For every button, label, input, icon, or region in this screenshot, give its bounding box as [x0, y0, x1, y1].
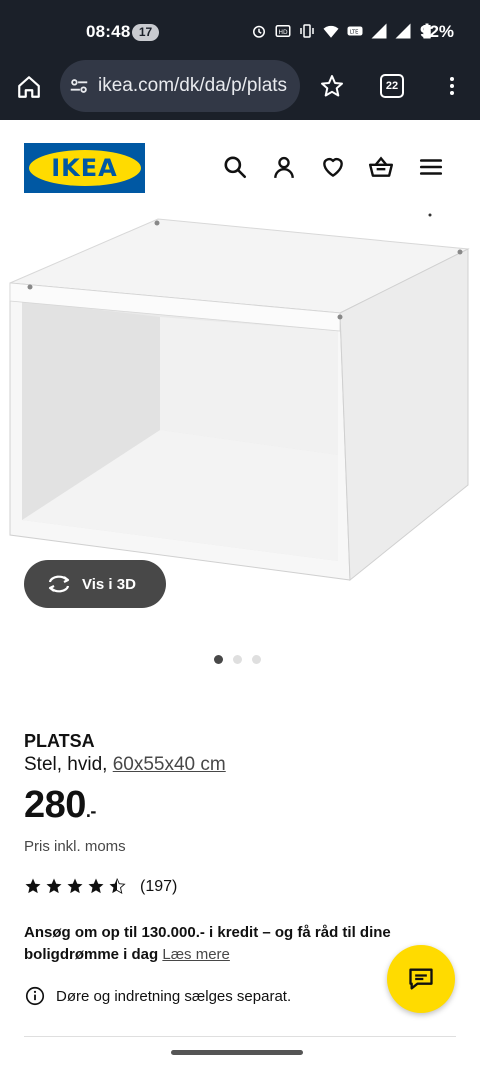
view-3d-button[interactable]: Vis i 3D	[24, 560, 166, 608]
star-half-icon	[109, 878, 126, 895]
read-more-link[interactable]: Læs mere	[162, 946, 230, 963]
section-divider	[24, 1036, 456, 1037]
star-filled-icon	[88, 878, 104, 894]
status-bar: 08:48 17 HD LTE 92%	[0, 0, 480, 52]
rating-stars[interactable]	[24, 877, 126, 895]
site-settings-icon[interactable]	[68, 75, 90, 97]
product-type: Stel, hvid,	[24, 754, 108, 775]
logo-oval: IKEA	[28, 150, 141, 186]
product-dimensions-link[interactable]: 60x55x40 cm	[113, 754, 226, 775]
rating-count[interactable]: (197)	[140, 878, 177, 896]
home-icon[interactable]	[16, 74, 42, 100]
ikea-logo[interactable]: IKEA	[24, 143, 145, 193]
profile-icon[interactable]	[271, 154, 297, 180]
signal-icon	[395, 23, 411, 39]
url-text[interactable]: ikea.com/dk/da/p/plats	[98, 75, 287, 97]
star-filled-icon	[46, 878, 62, 894]
info-note: Døre og indretning sælges separat.	[24, 985, 291, 1007]
svg-text:LTE: LTE	[350, 29, 359, 35]
battery-percent: 92%	[420, 22, 455, 41]
view-3d-label: Vis i 3D	[82, 575, 136, 593]
gesture-bar	[171, 1050, 303, 1055]
notification-count-badge: 17	[132, 24, 159, 41]
more-vert-icon[interactable]	[440, 74, 464, 98]
star-icon[interactable]	[320, 74, 344, 98]
status-time: 08:48	[86, 22, 131, 41]
basket-icon[interactable]	[368, 154, 394, 180]
vibrate-icon	[300, 24, 314, 38]
gallery-dot[interactable]	[252, 655, 261, 664]
chat-button[interactable]	[387, 945, 455, 1013]
heart-icon[interactable]	[320, 154, 346, 180]
price-main: 280	[24, 784, 86, 826]
logo-text: IKEA	[51, 154, 118, 182]
gallery-dot[interactable]	[214, 655, 223, 664]
browser-toolbar: ikea.com/dk/da/p/plats 22	[0, 52, 480, 120]
address-bar[interactable]: ikea.com/dk/da/p/plats	[60, 60, 300, 112]
product-description: Stel, hvid, 60x55x40 cm	[24, 754, 226, 776]
hd-icon: HD	[275, 25, 291, 37]
rotate-3d-icon	[48, 575, 70, 593]
svg-text:HD: HD	[279, 29, 289, 36]
credit-banner: Ansøg om op til 130.000.- i kredit – og …	[24, 922, 424, 966]
volte-icon: LTE	[347, 26, 363, 36]
price-suffix: .-	[85, 801, 97, 821]
status-icons: HD LTE	[250, 22, 436, 40]
product-price: 280.-	[24, 784, 96, 827]
product-name: PLATSA	[24, 731, 95, 751]
search-icon[interactable]	[222, 154, 248, 180]
vat-note: Pris inkl. moms	[24, 838, 126, 855]
star-filled-icon	[67, 878, 83, 894]
signal-icon	[371, 23, 387, 39]
star-filled-icon	[25, 878, 41, 894]
chat-icon	[409, 968, 433, 990]
tabs-button[interactable]: 22	[380, 74, 404, 98]
info-text: Døre og indretning sælges separat.	[56, 987, 292, 1005]
gallery-dots[interactable]	[214, 655, 261, 664]
gallery-dot[interactable]	[233, 655, 242, 664]
alarm-icon	[253, 25, 265, 38]
menu-icon[interactable]	[418, 154, 444, 180]
info-icon	[25, 986, 45, 1006]
wifi-icon	[323, 25, 339, 38]
